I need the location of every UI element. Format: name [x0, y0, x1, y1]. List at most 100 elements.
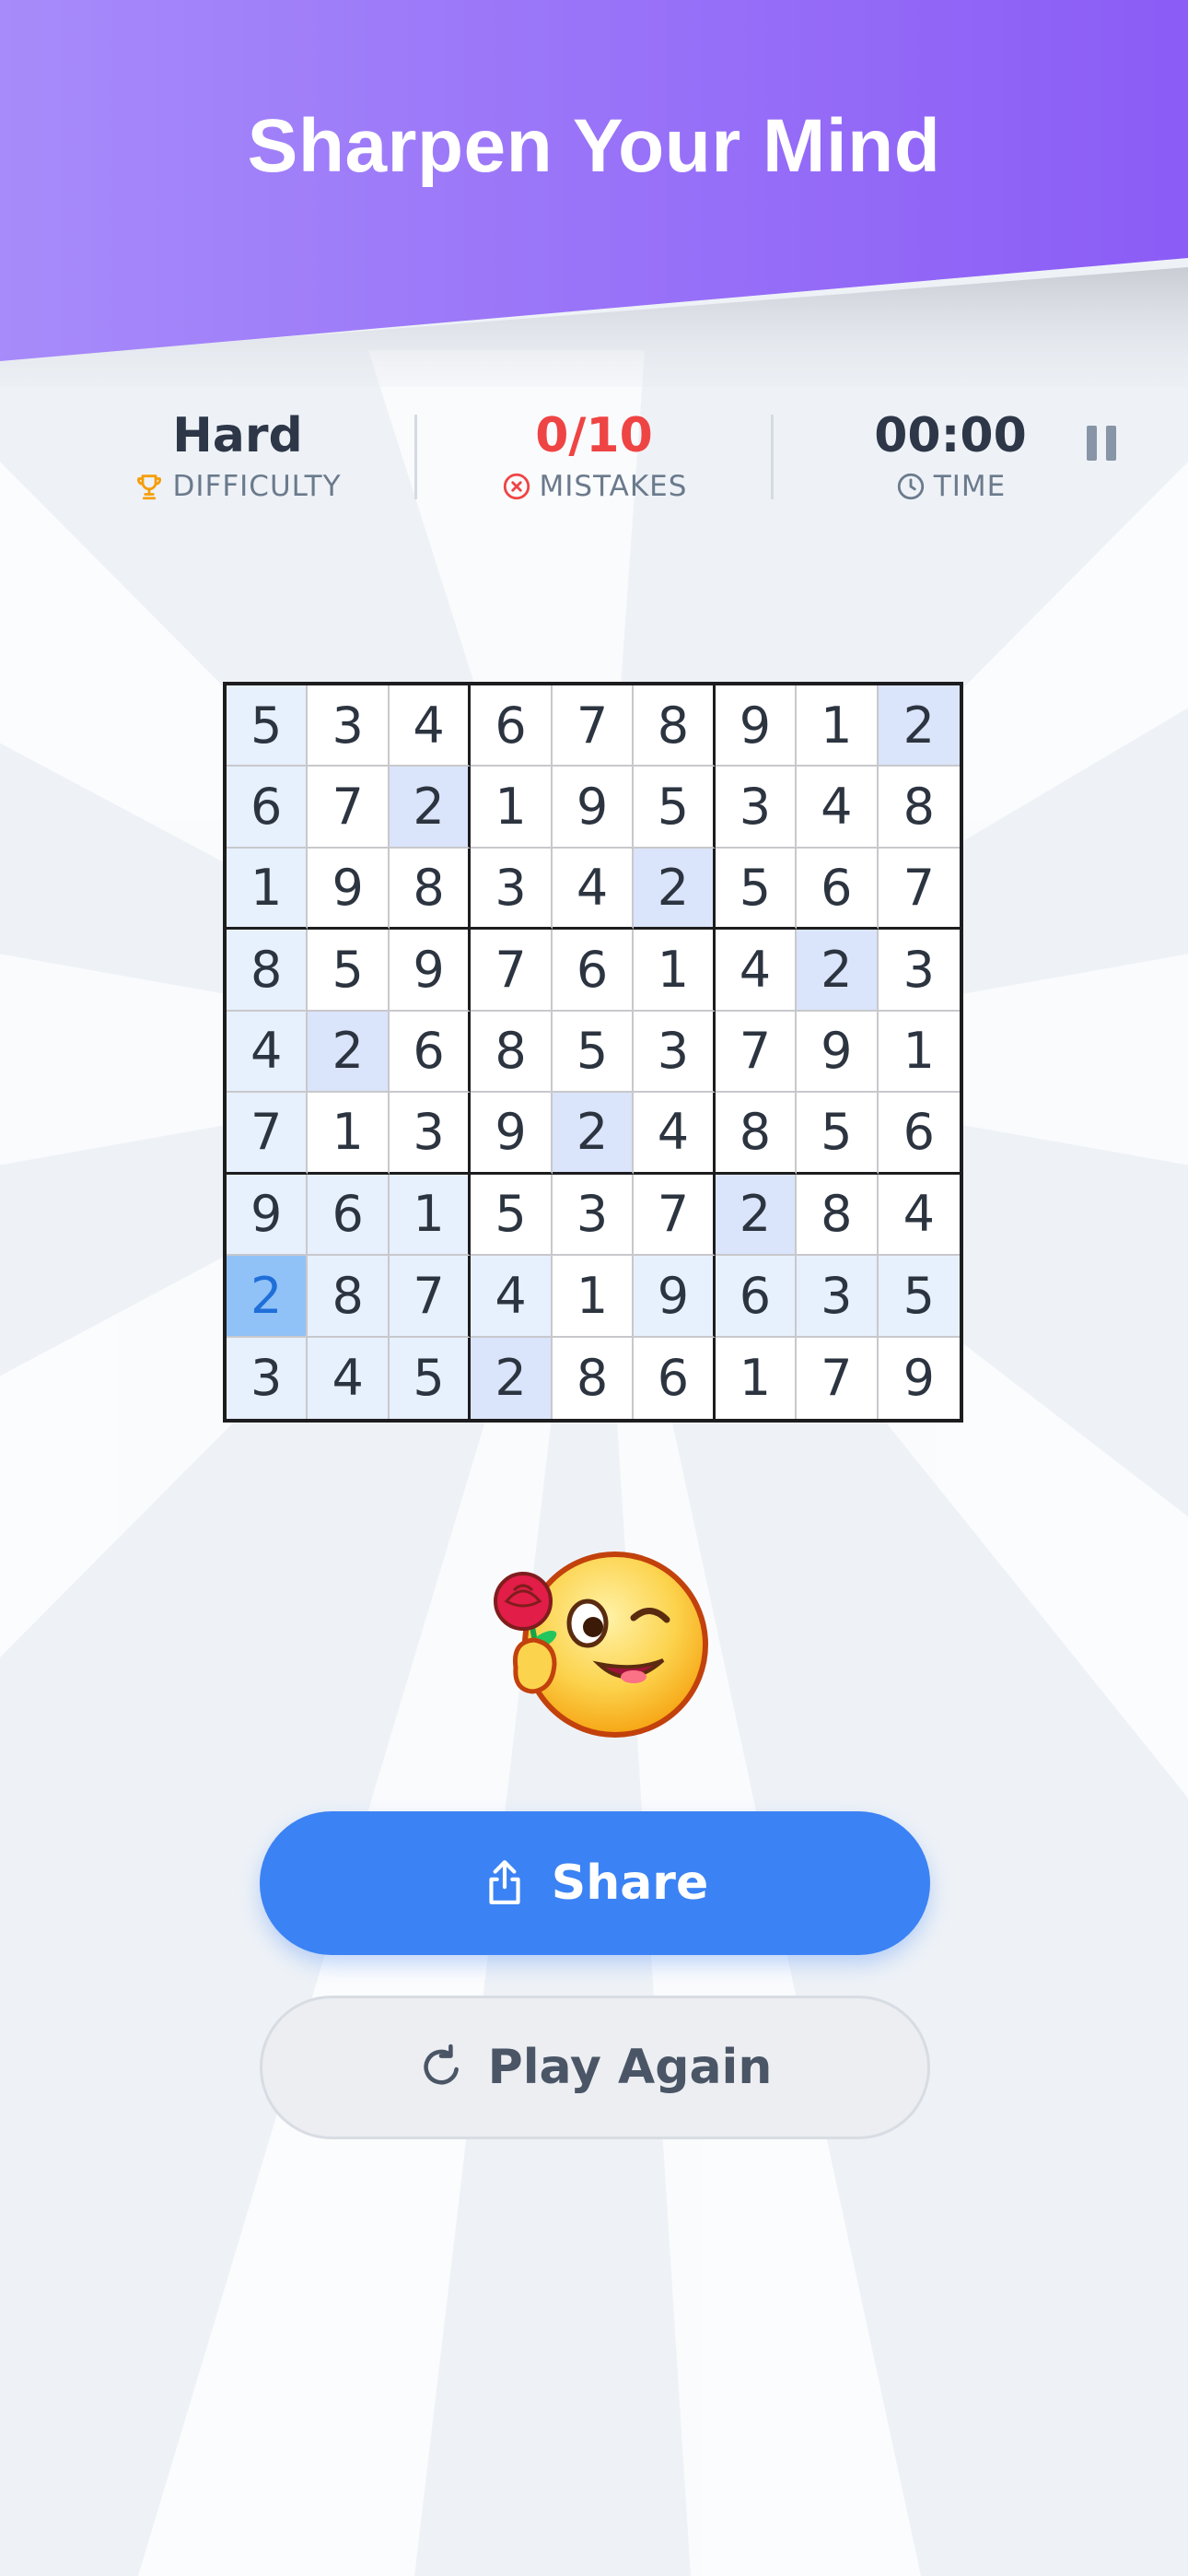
- sudoku-cell-r4-c8[interactable]: 2: [797, 930, 879, 1012]
- sudoku-cell-r7-c1[interactable]: 9: [227, 1174, 309, 1257]
- sudoku-cell-r8-c5[interactable]: 1: [552, 1256, 635, 1338]
- sudoku-board: 5346789126721953481983425678597614234268…: [223, 682, 963, 1423]
- sudoku-cell-r4-c4[interactable]: 7: [471, 930, 553, 1012]
- sudoku-cell-r5-c6[interactable]: 3: [634, 1011, 716, 1094]
- sudoku-cell-r6-c5[interactable]: 2: [552, 1093, 635, 1175]
- share-button[interactable]: Share: [260, 1811, 930, 1955]
- sudoku-cell-r6-c8[interactable]: 5: [797, 1093, 879, 1175]
- sudoku-cell-r5-c3[interactable]: 6: [389, 1011, 472, 1094]
- sudoku-cell-r3-c2[interactable]: 9: [308, 848, 390, 931]
- sudoku-cell-r8-c6[interactable]: 9: [634, 1256, 716, 1338]
- sudoku-cell-r8-c3[interactable]: 7: [389, 1256, 472, 1338]
- sudoku-cell-r5-c8[interactable]: 9: [797, 1011, 879, 1094]
- sudoku-cell-r1-c9[interactable]: 2: [878, 685, 960, 767]
- sudoku-cell-r4-c3[interactable]: 9: [389, 930, 472, 1012]
- sudoku-cell-r7-c9[interactable]: 4: [878, 1175, 960, 1257]
- sudoku-cell-r6-c9[interactable]: 6: [878, 1093, 960, 1175]
- header-banner: [0, 0, 1188, 387]
- sudoku-cell-r3-c9[interactable]: 7: [878, 849, 960, 931]
- sudoku-cell-r9-c1[interactable]: 3: [227, 1337, 309, 1419]
- sudoku-cell-r3-c8[interactable]: 6: [797, 848, 879, 931]
- sudoku-cell-r4-c6[interactable]: 1: [634, 930, 716, 1012]
- pause-icon: [1087, 426, 1097, 461]
- sudoku-cell-r6-c2[interactable]: 1: [308, 1093, 390, 1175]
- sudoku-cell-r6-c6[interactable]: 4: [634, 1093, 716, 1175]
- sudoku-cell-r4-c9[interactable]: 3: [878, 930, 960, 1012]
- sudoku-cell-r1-c8[interactable]: 1: [797, 685, 879, 767]
- sudoku-cell-r2-c1[interactable]: 6: [227, 767, 309, 849]
- sudoku-cell-r6-c4[interactable]: 9: [471, 1093, 553, 1175]
- winking-face-with-rose-icon: [494, 1551, 708, 1738]
- play-again-label: Play Again: [487, 2040, 773, 2095]
- sudoku-cell-r2-c8[interactable]: 4: [797, 767, 879, 849]
- sudoku-cell-r4-c7[interactable]: 4: [715, 930, 798, 1012]
- stats-divider: [771, 415, 774, 499]
- sudoku-cell-r9-c4[interactable]: 2: [471, 1337, 553, 1419]
- sudoku-cell-r6-c3[interactable]: 3: [389, 1093, 472, 1175]
- sudoku-cell-r9-c8[interactable]: 7: [797, 1337, 879, 1419]
- sudoku-cell-r3-c5[interactable]: 4: [552, 848, 635, 931]
- stats-bar: Hard DIFFICULTY 0/10 MISTAKES 00:00 TIME: [0, 405, 1188, 516]
- sudoku-cell-r2-c6[interactable]: 5: [634, 767, 716, 849]
- sudoku-cell-r3-c7[interactable]: 5: [715, 848, 798, 931]
- time-label: TIME: [933, 470, 1007, 503]
- sudoku-cell-r9-c5[interactable]: 8: [553, 1337, 635, 1419]
- sudoku-cell-r5-c7[interactable]: 7: [715, 1011, 798, 1094]
- sudoku-cell-r8-c9[interactable]: 5: [878, 1256, 960, 1338]
- mistakes-label: MISTAKES: [539, 470, 688, 503]
- sudoku-cell-r2-c9[interactable]: 8: [878, 767, 960, 849]
- sudoku-cell-r9-c9[interactable]: 9: [879, 1338, 960, 1419]
- sudoku-cell-r5-c4[interactable]: 8: [471, 1011, 553, 1094]
- sudoku-cell-r9-c7[interactable]: 1: [716, 1337, 798, 1419]
- x-circle-icon: [503, 473, 530, 500]
- sudoku-cell-r5-c1[interactable]: 4: [227, 1011, 309, 1094]
- sudoku-cell-r5-c5[interactable]: 5: [552, 1011, 635, 1094]
- sudoku-cell-r9-c3[interactable]: 5: [389, 1337, 472, 1419]
- sudoku-cell-r3-c1[interactable]: 1: [227, 848, 309, 931]
- sudoku-cell-r2-c5[interactable]: 9: [552, 767, 635, 849]
- share-label: Share: [551, 1856, 709, 1911]
- sudoku-cell-r8-c7[interactable]: 6: [715, 1256, 798, 1338]
- sudoku-cell-r8-c8[interactable]: 3: [797, 1256, 879, 1338]
- sudoku-cell-r1-c4[interactable]: 6: [471, 685, 553, 767]
- sudoku-cell-r7-c6[interactable]: 7: [634, 1174, 716, 1257]
- sudoku-cell-r7-c5[interactable]: 3: [552, 1174, 635, 1257]
- sudoku-cell-r5-c2[interactable]: 2: [308, 1011, 390, 1094]
- sudoku-cell-r8-c4[interactable]: 4: [471, 1256, 553, 1338]
- difficulty-label: DIFFICULTY: [172, 470, 342, 503]
- sudoku-cell-r6-c7[interactable]: 8: [715, 1093, 798, 1175]
- trophy-icon: [137, 474, 162, 500]
- share-icon: [489, 1860, 520, 1904]
- sudoku-cell-r7-c4[interactable]: 5: [471, 1174, 553, 1257]
- sudoku-cell-r9-c6[interactable]: 6: [634, 1337, 716, 1419]
- sudoku-cell-r2-c4[interactable]: 1: [471, 767, 553, 849]
- sudoku-cell-r1-c5[interactable]: 7: [552, 685, 635, 767]
- sudoku-cell-r1-c7[interactable]: 9: [715, 685, 798, 767]
- sudoku-cell-r3-c6[interactable]: 2: [634, 848, 716, 931]
- sudoku-cell-r5-c9[interactable]: 1: [878, 1012, 960, 1094]
- play-again-button[interactable]: Play Again: [260, 1996, 930, 2139]
- difficulty-value: Hard: [172, 408, 303, 463]
- time-stat: 00:00 TIME: [785, 405, 1116, 503]
- sudoku-cell-r9-c2[interactable]: 4: [308, 1337, 390, 1419]
- sudoku-cell-r8-c1[interactable]: 2: [227, 1256, 309, 1338]
- sudoku-cell-r7-c8[interactable]: 8: [797, 1174, 879, 1257]
- sudoku-cell-r1-c6[interactable]: 8: [634, 685, 716, 767]
- sudoku-cell-r6-c1[interactable]: 7: [227, 1093, 309, 1175]
- sudoku-cell-r4-c2[interactable]: 5: [308, 930, 390, 1012]
- sudoku-cell-r3-c3[interactable]: 8: [389, 848, 472, 931]
- sudoku-cell-r1-c1[interactable]: 5: [227, 685, 309, 767]
- sudoku-cell-r7-c3[interactable]: 1: [389, 1174, 472, 1257]
- sudoku-cell-r8-c2[interactable]: 8: [308, 1256, 390, 1338]
- sudoku-cell-r1-c2[interactable]: 3: [308, 685, 390, 767]
- pause-button[interactable]: [1087, 426, 1116, 461]
- sudoku-cell-r1-c3[interactable]: 4: [389, 685, 472, 767]
- sudoku-cell-r4-c5[interactable]: 6: [552, 930, 635, 1012]
- sudoku-cell-r2-c2[interactable]: 7: [308, 767, 390, 849]
- sudoku-cell-r3-c4[interactable]: 3: [471, 848, 553, 931]
- sudoku-cell-r2-c7[interactable]: 3: [715, 767, 798, 849]
- sudoku-cell-r4-c1[interactable]: 8: [227, 930, 309, 1012]
- sudoku-cell-r2-c3[interactable]: 2: [389, 767, 472, 849]
- sudoku-cell-r7-c7[interactable]: 2: [715, 1174, 798, 1257]
- sudoku-cell-r7-c2[interactable]: 6: [308, 1174, 390, 1257]
